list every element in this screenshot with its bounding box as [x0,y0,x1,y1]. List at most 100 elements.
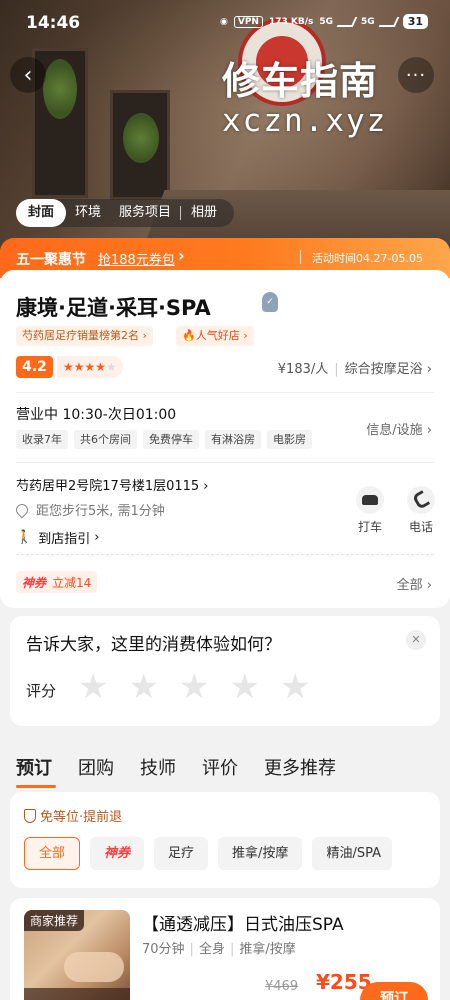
address-link[interactable]: 芍药居甲2号院17号楼1层0115 › [16,475,209,494]
rating-star-input: ★ ★ ★ ★ ★ [78,669,310,705]
hero-tab-cover[interactable]: 封面 [16,199,67,227]
coupon-tag[interactable]: 神券 立减14 [16,571,98,593]
dashed-divider [16,554,434,555]
rating-label: 评分 [26,682,57,700]
section-tabs: 预订 团购 技师 评价 更多推荐 [16,754,336,788]
more-dots-icon: ··· [405,64,427,86]
facility-tag: 免费停车 [143,430,199,449]
filter-massage[interactable]: 推拿/按摩 [218,837,303,870]
shop-name: 康境·足道·采耳·SPA [16,296,211,320]
hero-tab-services[interactable]: 服务项目 [110,199,180,227]
hero-tab-album-label: 相册 [191,205,218,220]
filter-coupon[interactable]: 神券 [90,837,145,870]
back-button[interactable]: ‹ [10,57,46,93]
signal-icon [378,16,400,27]
product-duration: 70分钟 [142,942,185,957]
filter-all[interactable]: 全部 [24,837,81,870]
price-category[interactable]: ¥183/人 | 综合按摩足浴 › [278,358,432,377]
chevron-left-icon: ‹ [23,62,33,88]
avg-price: ¥183/人 [277,362,329,377]
shield-icon [24,808,36,823]
signal-icon [336,16,358,27]
star-icon[interactable]: ★ [78,669,108,705]
product-image[interactable]: 商家推荐 [24,910,130,1000]
route-guide-link[interactable]: 🚶 到店指引 › [16,528,99,547]
facility-tag: 有淋浴房 [205,430,261,449]
star-icon[interactable]: ★ [128,669,158,705]
shop-info-card: 康境·足道·采耳·SPA ✓ 芍药居足疗销量榜第2名 › 🔥人气好店 › 4.2… [0,270,450,608]
watermark: 修车指南 xczn.xyz [222,50,387,139]
no-wait-badge: 免等位·提前退 [24,806,122,825]
product-item[interactable]: 商家推荐 【通透减压】日式油压SPA 70分钟 | 全身 | 推拿/按摩 ¥469 ¥2… [10,898,440,1000]
status-time: 14:46 [26,13,81,33]
taxi-button[interactable]: 打车 [350,486,390,535]
hero-tabs: 封面 环境 服务项目 相册 [16,199,235,227]
rank-tag-label: 芍药居足疗销量榜第2名 [22,329,139,342]
hot-tag-label: 人气好店 [195,329,240,342]
business-hours: 营业中 10:30-次日01:00 [16,407,177,423]
net-speed: 173 KB/s [268,16,314,27]
original-price: ¥469 [265,979,299,994]
vpn-badge: VPN [233,15,263,28]
phone-icon [407,486,435,514]
rating[interactable]: 4.2 ★★★★★ [16,356,123,378]
promo-title: 五一聚惠节 [16,252,86,268]
book-button[interactable]: 预订 [360,982,428,1000]
more-button[interactable]: ··· [398,57,434,93]
network-5g-1: 5G [319,16,334,27]
facility-tags: 收录7年 共6个房间 免费停车 有淋浴房 电影房 [16,430,312,449]
facility-tag: 收录7年 [16,430,68,449]
info-facilities-link[interactable]: 信息/设施 › [366,419,432,438]
hero-tab-environment[interactable]: 环境 [66,199,110,227]
phone-label: 电话 [408,520,433,534]
rank-tag[interactable]: 芍药居足疗销量榜第2名 › [16,326,153,346]
address-text: 芍药居甲2号院17号楼1层0115 [16,479,200,494]
tab-technicians[interactable]: 技师 [140,754,176,780]
star-icon[interactable]: ★ [229,669,259,705]
divider [16,392,434,393]
tab-reviews[interactable]: 评价 [202,754,238,780]
tab-group-buy[interactable]: 团购 [78,754,114,780]
filter-foot-massage[interactable]: 足疗 [154,837,209,870]
star-empty-icon: ★ [105,360,117,374]
booking-card: 免等位·提前退 全部 神券 足疗 推拿/按摩 精油/SPA [10,792,440,888]
product-meta: 70分钟 | 全身 | 推拿/按摩 [142,938,296,957]
no-wait-label: 免等位·提前退 [40,810,123,825]
location-icon: ◉ [220,16,228,27]
wall-plant-frame [110,90,170,200]
all-coupons-link[interactable]: 全部 › [397,574,432,593]
distance-text: 距您步行5米, 需1分钟 [36,504,165,519]
star-icon[interactable]: ★ [280,669,310,705]
hot-shop-tag[interactable]: 🔥人气好店 › [176,326,254,346]
coupon-brand: 神券 [22,575,47,590]
shop-category: 综合按摩足浴 [344,362,423,377]
booking-filters: 全部 神券 足疗 推拿/按摩 精油/SPA [24,837,393,870]
separator: | [189,942,194,957]
verified-badge-icon[interactable]: ✓ [262,292,278,312]
image-caption-strip [24,988,130,1000]
divider [16,462,434,463]
close-icon[interactable]: ✕ [406,630,426,650]
watermark-title: 修车指南 [222,59,379,103]
star-icon[interactable]: ★ [179,669,209,705]
status-bar: 14:46 ◉ VPN 173 KB/s 5G 5G 31 [0,0,450,44]
walk-icon: 🚶 [16,530,33,545]
review-prompt-card: 告诉大家，这里的消费体验如何？ ✕ 评分 ★ ★ ★ ★ ★ [10,616,440,726]
facility-tag: 电影房 [267,430,312,449]
product-title: 【通透减压】日式油压SPA [142,915,344,935]
product-body: 全身 [198,942,225,957]
product-type: 推拿/按摩 [239,942,296,957]
rating-score: 4.2 [16,356,53,378]
phone-button[interactable]: 电话 [401,486,441,535]
massage-photo [64,952,124,982]
watermark-url: xczn.xyz [222,103,388,139]
location-pin-icon [13,501,31,518]
car-icon [356,486,384,514]
tab-more-recommend[interactable]: 更多推荐 [264,754,336,780]
hero-tab-album[interactable]: 相册 [180,206,226,220]
tab-booking[interactable]: 预订 [16,754,56,788]
chevron-right-icon: › [178,246,185,265]
filter-spa[interactable]: 精油/SPA [312,837,393,870]
separator: | [229,942,235,957]
promo-coupon-link[interactable]: 抢188元券包 [98,249,175,268]
